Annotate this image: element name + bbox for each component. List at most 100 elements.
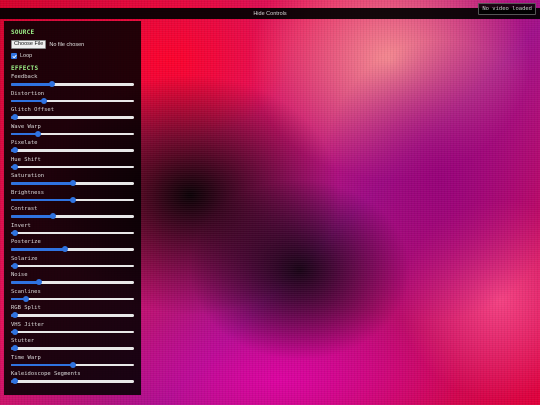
loop-option: Loop bbox=[11, 52, 135, 60]
effect-label-saturation: Saturation bbox=[11, 173, 45, 179]
effect-label-brightness: Brightness bbox=[11, 189, 45, 196]
effects-list: Feedback Distortion Glitch Offset Wave Warp… bbox=[11, 73, 135, 387]
slider-thumb[interactable] bbox=[69, 180, 76, 187]
loop-checkbox[interactable] bbox=[11, 53, 17, 59]
slider-time-warp[interactable] bbox=[11, 361, 135, 369]
effect-control-glitch-offset: Glitch Offset bbox=[11, 106, 135, 123]
effect-control-noise: Noise bbox=[11, 271, 135, 288]
slider-track[interactable] bbox=[11, 116, 134, 119]
effect-control-saturation: Saturation bbox=[11, 172, 135, 189]
slider-track[interactable] bbox=[11, 380, 134, 383]
effect-label-kaleidoscope-segments: Kaleidoscope Segments bbox=[11, 371, 81, 377]
slider-thumb[interactable] bbox=[69, 196, 76, 203]
slider-wave-warp[interactable] bbox=[11, 130, 135, 138]
slider-track[interactable] bbox=[11, 149, 134, 152]
effect-label-posterize: Posterize bbox=[11, 239, 41, 245]
status-badge: No video loaded bbox=[478, 3, 536, 15]
slider-thumb[interactable] bbox=[35, 130, 42, 137]
effect-control-contrast: Contrast bbox=[11, 205, 135, 222]
slider-scanlines[interactable] bbox=[11, 295, 135, 303]
effect-control-hue-shift: Hue Shift bbox=[11, 156, 135, 173]
choose-file-button[interactable]: Choose File bbox=[11, 40, 47, 49]
slider-track[interactable] bbox=[11, 281, 134, 284]
slider-noise[interactable] bbox=[11, 279, 135, 286]
controls-panel: SOURCE Choose File No file chosen Loop E… bbox=[4, 21, 141, 395]
effect-control-invert: Invert bbox=[11, 222, 135, 239]
slider-contrast[interactable] bbox=[11, 213, 135, 220]
source-section-title: SOURCE bbox=[11, 29, 35, 36]
slider-track[interactable] bbox=[11, 83, 134, 86]
effect-label-rgb-split: RGB Split bbox=[11, 305, 41, 311]
slider-thumb[interactable] bbox=[49, 213, 56, 220]
slider-track[interactable] bbox=[11, 330, 134, 333]
effect-label-time-warp: Time Warp bbox=[11, 354, 41, 361]
effect-control-rgb-split: RGB Split bbox=[11, 304, 135, 321]
effect-control-time-warp: Time Warp bbox=[11, 354, 135, 371]
slider-fill bbox=[11, 132, 39, 135]
slider-thumb[interactable] bbox=[11, 114, 18, 121]
effect-label-noise: Noise bbox=[11, 272, 28, 278]
effect-label-vhs-jitter: VHS Jitter bbox=[11, 321, 45, 328]
effect-control-brightness: Brightness bbox=[11, 189, 135, 206]
slider-fill bbox=[11, 248, 66, 251]
effect-label-glitch-offset: Glitch Offset bbox=[11, 107, 55, 113]
slider-solarize[interactable] bbox=[11, 262, 135, 270]
file-status-text: No file chosen bbox=[49, 41, 85, 48]
slider-thumb[interactable] bbox=[11, 163, 18, 170]
slider-thumb[interactable] bbox=[11, 328, 18, 335]
slider-thumb[interactable] bbox=[11, 378, 18, 385]
hide-controls-button[interactable]: Hide Controls bbox=[253, 11, 286, 17]
effect-control-kaleidoscope-segments: Kaleidoscope Segments bbox=[11, 370, 135, 387]
slider-fill bbox=[11, 215, 53, 218]
slider-fill bbox=[11, 182, 73, 185]
slider-thumb[interactable] bbox=[22, 295, 29, 302]
slider-distortion[interactable] bbox=[11, 97, 135, 105]
slider-fill bbox=[11, 281, 40, 284]
slider-feedback[interactable] bbox=[11, 81, 135, 88]
slider-fill bbox=[11, 83, 52, 86]
slider-thumb[interactable] bbox=[11, 147, 18, 154]
slider-track[interactable] bbox=[11, 165, 134, 168]
effect-label-hue-shift: Hue Shift bbox=[11, 156, 41, 163]
slider-thumb[interactable] bbox=[11, 229, 18, 236]
slider-track[interactable] bbox=[11, 264, 134, 267]
slider-invert[interactable] bbox=[11, 229, 135, 237]
effect-label-stutter: Stutter bbox=[11, 338, 35, 344]
slider-fill bbox=[11, 198, 73, 201]
effects-section-title: EFFECTS bbox=[11, 65, 39, 72]
check-icon bbox=[12, 54, 17, 58]
effect-label-pixelate: Pixelate bbox=[11, 140, 38, 146]
slider-track[interactable] bbox=[11, 248, 134, 251]
effect-control-solarize: Solarize bbox=[11, 255, 135, 272]
slider-track[interactable] bbox=[11, 99, 134, 102]
slider-track[interactable] bbox=[11, 231, 134, 234]
slider-fill bbox=[11, 363, 73, 366]
slider-posterize[interactable] bbox=[11, 246, 135, 253]
slider-thumb[interactable] bbox=[36, 279, 43, 286]
slider-thumb[interactable] bbox=[11, 262, 18, 269]
slider-kaleidoscope-segments[interactable] bbox=[11, 378, 135, 385]
slider-pixelate[interactable] bbox=[11, 147, 135, 154]
effect-control-posterize: Posterize bbox=[11, 238, 135, 255]
slider-rgb-split[interactable] bbox=[11, 312, 135, 319]
slider-thumb[interactable] bbox=[62, 246, 69, 253]
slider-saturation[interactable] bbox=[11, 180, 135, 187]
effect-label-contrast: Contrast bbox=[11, 206, 38, 212]
slider-glitch-offset[interactable] bbox=[11, 114, 135, 121]
slider-brightness[interactable] bbox=[11, 196, 135, 204]
slider-thumb[interactable] bbox=[11, 312, 18, 319]
effect-control-distortion: Distortion bbox=[11, 90, 135, 107]
effect-label-feedback: Feedback bbox=[11, 74, 38, 80]
slider-track[interactable] bbox=[11, 314, 134, 317]
slider-stutter[interactable] bbox=[11, 345, 135, 352]
slider-track[interactable] bbox=[11, 297, 134, 300]
slider-thumb[interactable] bbox=[11, 345, 18, 352]
slider-thumb[interactable] bbox=[48, 81, 55, 88]
slider-track[interactable] bbox=[11, 347, 134, 350]
slider-thumb[interactable] bbox=[41, 97, 48, 104]
slider-thumb[interactable] bbox=[69, 361, 76, 368]
slider-hue-shift[interactable] bbox=[11, 163, 135, 171]
slider-track[interactable] bbox=[11, 215, 134, 218]
slider-track[interactable] bbox=[11, 132, 134, 135]
slider-vhs-jitter[interactable] bbox=[11, 328, 135, 336]
